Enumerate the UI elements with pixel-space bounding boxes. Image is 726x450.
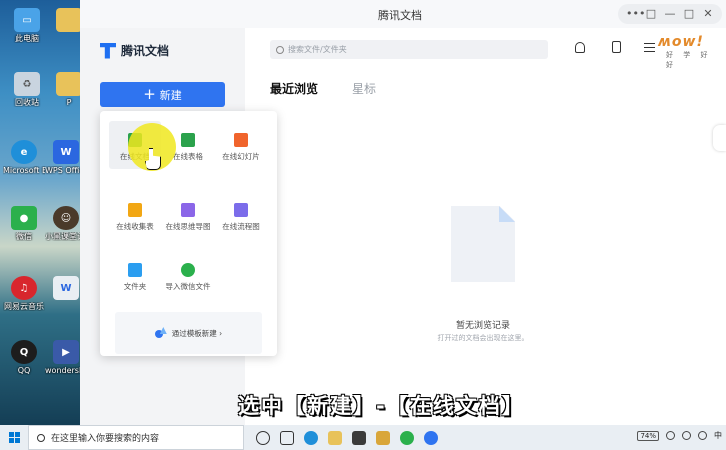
- template-banner[interactable]: 通过模板新建 ›: [115, 312, 262, 354]
- ime-indicator[interactable]: 中: [714, 430, 722, 441]
- menu-item-online-mindmap[interactable]: 在线思维导图: [162, 191, 214, 239]
- menu-icon[interactable]: [644, 43, 655, 52]
- desktop-icon-label: 此电脑: [15, 34, 39, 43]
- desktop-icon-label: QQ: [17, 366, 31, 375]
- system-tray: 74% 中: [637, 430, 722, 441]
- slides-icon: [234, 133, 248, 147]
- netease-music-icon: ♫: [11, 276, 37, 300]
- plus-icon: +: [143, 85, 156, 103]
- wps-icon: W: [53, 140, 79, 164]
- more-icon[interactable]: •••: [626, 8, 645, 20]
- folder-icon: [56, 72, 82, 96]
- menu-item-label: 文件夹: [123, 282, 147, 291]
- tencent-docs-icon[interactable]: [424, 430, 438, 445]
- menu-item-online-slides[interactable]: 在线幻灯片: [215, 121, 267, 169]
- menu-item-label: 在线收集表: [116, 222, 154, 231]
- pc-icon: ▭: [14, 8, 40, 32]
- menu-item-label: 导入微信文件: [165, 282, 211, 291]
- mail-icon[interactable]: [352, 430, 366, 445]
- desktop-icon-label: 微信: [16, 232, 32, 241]
- maximize-icon[interactable]: □: [683, 8, 695, 20]
- search-box[interactable]: [270, 40, 548, 59]
- recycle-bin-icon: ♻: [14, 72, 40, 96]
- search-icon: [37, 433, 45, 442]
- menu-item-import-wechat[interactable]: 导入微信文件: [162, 251, 214, 299]
- desktop-icon-netease[interactable]: ♫ 网易云音乐: [3, 276, 45, 311]
- menu-item-folder[interactable]: 文件夹: [109, 251, 161, 299]
- desktop-icon-edge[interactable]: e Microsoft Edge: [3, 140, 45, 175]
- template-banner-label: 通过模板新建 ›: [171, 328, 223, 338]
- qq-icon: Q: [11, 340, 37, 364]
- desktop-icon-label: 回收站: [15, 98, 39, 107]
- file-explorer-icon[interactable]: [328, 430, 342, 445]
- document-icon: W: [53, 276, 79, 300]
- window-controls: ••• □ — □ ✕: [618, 4, 722, 24]
- tab-starred[interactable]: 星标: [352, 80, 376, 97]
- network-icon[interactable]: [666, 431, 675, 440]
- title-bar: 腾讯文档 ••• □ — □ ✕: [80, 0, 726, 28]
- desktop-icon-pc[interactable]: ▭ 此电脑: [6, 8, 48, 43]
- edge-icon: e: [11, 140, 37, 164]
- search-icon: [276, 45, 284, 54]
- start-button[interactable]: [0, 425, 28, 450]
- tencent-docs-logo-icon: [100, 42, 116, 59]
- menu-item-online-flowchart[interactable]: 在线流程图: [215, 191, 267, 239]
- volume-icon[interactable]: [698, 431, 707, 440]
- tablet-icon[interactable]: [612, 41, 621, 53]
- logo-text: 腾讯文档: [121, 44, 170, 58]
- taskbar-apps: [256, 430, 438, 445]
- image-viewer-icon[interactable]: [376, 430, 390, 445]
- wechat-icon[interactable]: [400, 430, 414, 445]
- menu-item-label: 在线幻灯片: [222, 152, 260, 161]
- desktop-icon-label: Microsoft Edge: [3, 166, 45, 175]
- xiaohei-icon: ☺: [53, 206, 79, 230]
- new-button-label: 新建: [159, 88, 182, 102]
- taskbar-search[interactable]: 在这里输入你要搜索的内容: [28, 425, 244, 450]
- close-icon[interactable]: ✕: [702, 8, 714, 20]
- empty-state-title: 暂无浏览记录: [455, 321, 510, 331]
- tab-recent[interactable]: 最近浏览: [270, 80, 318, 97]
- wechat-icon: ●: [11, 206, 37, 230]
- main-content: 最近浏览 星标 暂无浏览记录 打开过的文档会出现在这里。: [245, 28, 726, 425]
- desktop-icon-label: 网易云音乐: [4, 302, 44, 311]
- taskbar-search-placeholder: 在这里输入你要搜索的内容: [51, 434, 160, 444]
- wechat-icon: [181, 263, 195, 277]
- menu-item-label: 在线思维导图: [165, 222, 211, 231]
- new-button[interactable]: + 新建: [100, 82, 225, 107]
- windows-icon: [8, 432, 20, 443]
- widgets-icon[interactable]: [280, 430, 294, 445]
- mindmap-icon: [181, 203, 195, 217]
- empty-document-fold: [499, 206, 515, 222]
- watermark-top: ʍow!: [658, 34, 704, 50]
- empty-state-subtitle: 打开过的文档会出现在这里。: [437, 334, 529, 342]
- taskbar: 在这里输入你要搜索的内容 74% 中: [0, 425, 726, 450]
- task-view-icon[interactable]: [256, 430, 270, 445]
- flowchart-icon: [234, 203, 248, 217]
- app-logo: 腾讯文档: [100, 42, 169, 59]
- menu-item-label: 在线流程图: [222, 222, 260, 231]
- folder-icon: [56, 8, 82, 32]
- minimize-icon[interactable]: —: [664, 8, 676, 20]
- form-icon: [128, 203, 142, 217]
- search-input[interactable]: [288, 45, 528, 54]
- edge-icon[interactable]: [304, 430, 318, 445]
- cloud-icon[interactable]: [682, 431, 691, 440]
- watermark-logo: ʍow! 好 学 好 好: [658, 34, 726, 69]
- bell-icon[interactable]: [575, 42, 585, 53]
- menu-item-online-form[interactable]: 在线收集表: [109, 191, 161, 239]
- video-icon: ▶: [53, 340, 79, 364]
- new-dropdown-menu: 在线文档 在线表格 在线幻灯片 在线收集表 在线思维导图 在线流程图 文件夹 导…: [100, 111, 277, 356]
- battery-indicator[interactable]: 74%: [637, 430, 659, 441]
- side-scroll-handle[interactable]: [713, 125, 726, 151]
- desktop-icon-recycle-bin[interactable]: ♻ 回收站: [6, 72, 48, 107]
- folder-icon: [128, 263, 142, 277]
- tutorial-caption: 选中【新建】-【在线文档】: [238, 394, 525, 418]
- desktop-icon-wechat[interactable]: ● 微信: [3, 206, 45, 241]
- watermark-bottom: 好 学 好 好: [666, 51, 712, 69]
- sheet-icon: [181, 133, 195, 147]
- desktop-icon-qq[interactable]: Q QQ: [3, 340, 45, 375]
- template-shapes-icon: [154, 327, 168, 339]
- restore-icon[interactable]: □: [645, 8, 657, 20]
